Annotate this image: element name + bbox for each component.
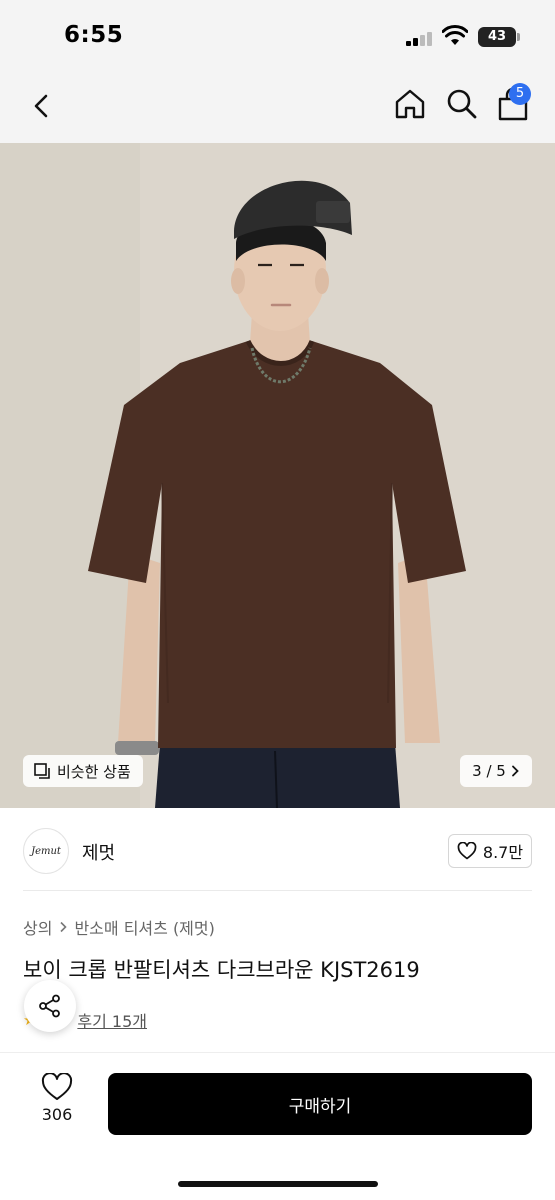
bottom-action-bar: 306 구매하기: [0, 1052, 555, 1200]
chevron-right-icon: [511, 765, 519, 777]
chevron-right-icon: [60, 921, 68, 933]
breadcrumb-subcategory[interactable]: 반소매 티셔츠 (제멋): [74, 915, 214, 939]
top-nav: [0, 70, 555, 143]
product-title: 보이 크롭 반팔티셔츠 다크브라운 KJST2619: [23, 958, 420, 982]
page-indicator-text: 3 / 5: [472, 762, 506, 780]
signal-icon: [406, 30, 434, 46]
buy-button[interactable]: 구매하기: [108, 1073, 532, 1135]
divider: [23, 890, 532, 891]
wifi-icon: [442, 25, 468, 45]
share-icon: [39, 994, 60, 1018]
heart-icon: [457, 842, 477, 860]
battery-icon: 43: [478, 27, 516, 47]
back-icon[interactable]: [26, 88, 58, 124]
share-button[interactable]: [24, 980, 76, 1032]
cart-count-badge: 5: [509, 83, 531, 105]
home-indicator: [178, 1181, 378, 1187]
product-image[interactable]: 비슷한 상품 3 / 5: [0, 143, 555, 808]
seller-like-button[interactable]: 8.7만: [448, 834, 532, 868]
seller-logo[interactable]: Jemut: [23, 828, 69, 874]
seller-like-count: 8.7만: [482, 843, 524, 862]
copy-icon: [34, 763, 50, 779]
wishlist-count: 306: [41, 1105, 73, 1124]
similar-products-label: 비슷한 상품: [57, 762, 131, 781]
breadcrumb: 상의 반소매 티셔츠 (제멋): [23, 915, 215, 939]
seller-row[interactable]: Jemut 제멋 8.7만: [0, 808, 555, 892]
wishlist-button[interactable]: 306: [26, 1073, 88, 1133]
search-icon[interactable]: [444, 86, 480, 122]
review-link[interactable]: 후기 15개: [77, 1008, 147, 1032]
seller-name[interactable]: 제멋: [82, 839, 115, 865]
heart-icon: [41, 1073, 73, 1100]
similar-products-button[interactable]: 비슷한 상품: [23, 755, 143, 787]
image-page-indicator[interactable]: 3 / 5: [460, 755, 532, 787]
battery-tip: [517, 33, 520, 41]
breadcrumb-category[interactable]: 상의: [23, 915, 52, 939]
home-icon[interactable]: [392, 86, 428, 122]
model-illustration: [0, 143, 555, 808]
status-time: 6:55: [64, 22, 124, 48]
status-bar: 6:55 43: [0, 0, 555, 70]
